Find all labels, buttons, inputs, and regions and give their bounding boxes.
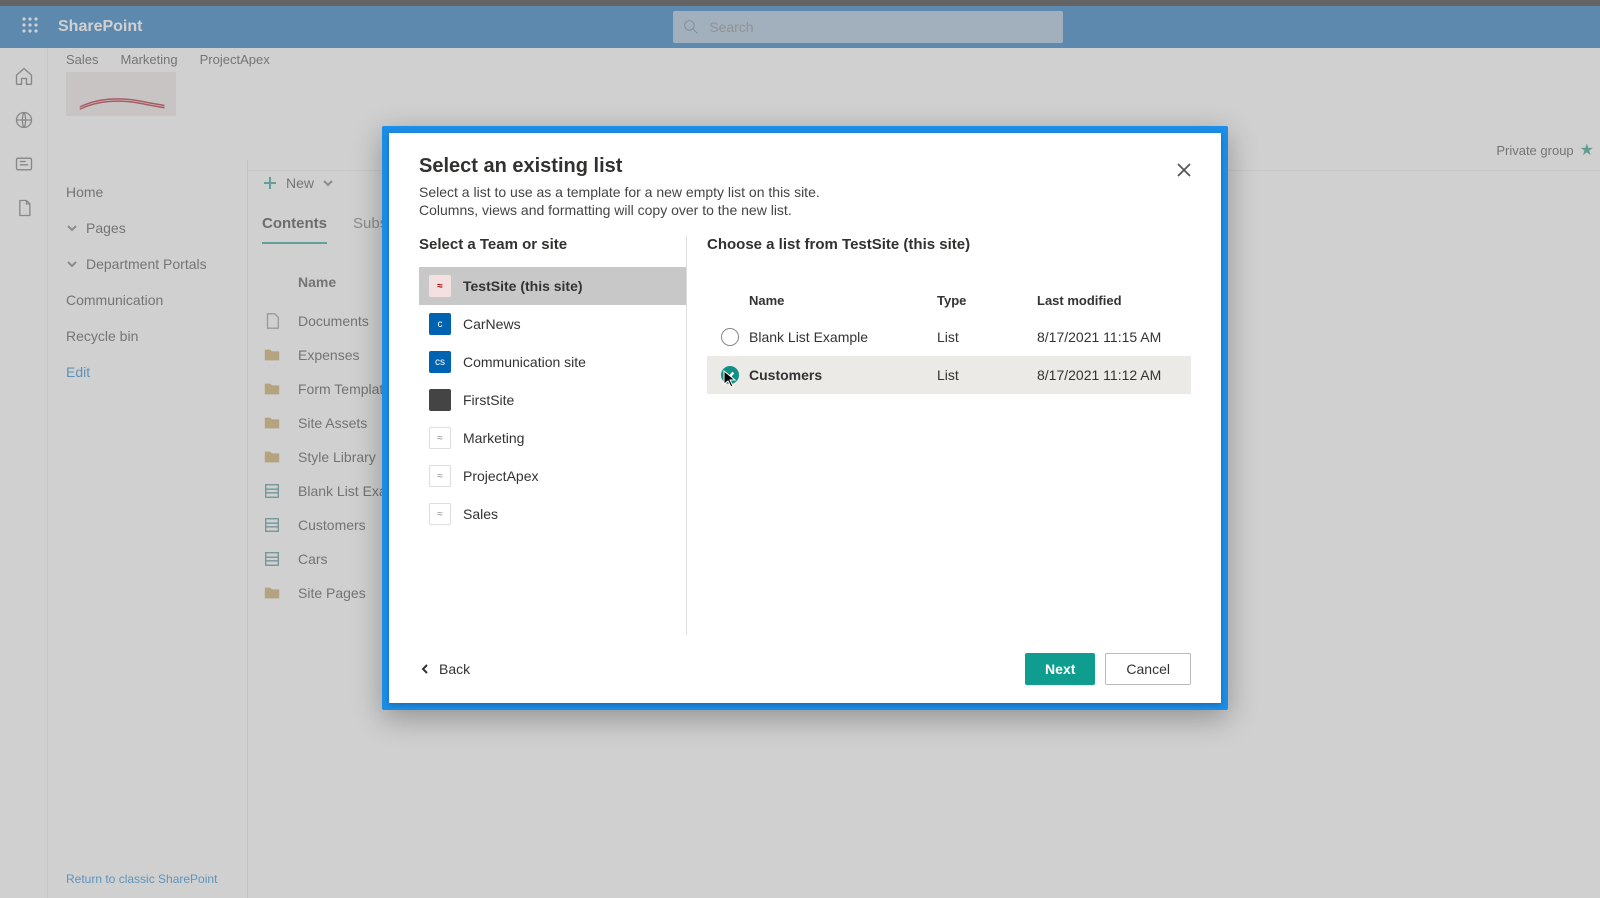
team-site-heading: Select a Team or site xyxy=(419,236,686,253)
site-swatch-icon: ≈ xyxy=(429,427,451,449)
list-option-blank-list[interactable]: Blank List Example List 8/17/2021 11:15 … xyxy=(707,318,1191,356)
site-swatch-icon: ≈ xyxy=(429,465,451,487)
modal-header: Select an existing list Select a list to… xyxy=(389,133,1221,236)
close-button[interactable] xyxy=(1170,156,1198,184)
site-label: Communication site xyxy=(463,354,586,370)
site-option-carnews[interactable]: c CarNews xyxy=(419,305,686,343)
list-modified: 8/17/2021 11:15 AM xyxy=(1037,329,1187,345)
list-panel-heading: Choose a list from TestSite (this site) xyxy=(707,236,1191,253)
site-label: CarNews xyxy=(463,316,521,332)
modal-footer: Back Next Cancel xyxy=(389,635,1221,703)
header-type[interactable]: Type xyxy=(937,293,1037,308)
site-option-marketing[interactable]: ≈ Marketing xyxy=(419,419,686,457)
site-option-firstsite[interactable]: FirstSite xyxy=(419,381,686,419)
site-swatch-icon: ≈ xyxy=(429,503,451,525)
modal-title: Select an existing list xyxy=(419,155,1191,178)
close-icon xyxy=(1177,163,1191,177)
site-swatch-icon: ≈ xyxy=(429,275,451,297)
list-name: Blank List Example xyxy=(749,329,937,345)
site-swatch-icon: cs xyxy=(429,351,451,373)
site-option-projectapex[interactable]: ≈ ProjectApex xyxy=(419,457,686,495)
list-headers: Name Type Last modified xyxy=(707,267,1191,318)
list-modified: 8/17/2021 11:12 AM xyxy=(1037,367,1187,383)
list-type: List xyxy=(937,367,1037,383)
site-label: TestSite (this site) xyxy=(463,278,583,294)
header-modified[interactable]: Last modified xyxy=(1037,293,1187,308)
list-panel: Choose a list from TestSite (this site) … xyxy=(687,236,1191,635)
cancel-button[interactable]: Cancel xyxy=(1105,653,1191,685)
team-site-panel: Select a Team or site ≈ TestSite (this s… xyxy=(419,236,687,635)
site-label: FirstSite xyxy=(463,392,514,408)
back-label: Back xyxy=(439,661,470,677)
site-option-sales[interactable]: ≈ Sales xyxy=(419,495,686,533)
existing-list-dialog: Select an existing list Select a list to… xyxy=(389,133,1221,703)
cursor-icon xyxy=(723,370,737,388)
modal-subtitle-2: Columns, views and formatting will copy … xyxy=(419,202,1191,218)
site-swatch-icon xyxy=(429,389,451,411)
list-option-customers[interactable]: Customers List 8/17/2021 11:12 AM xyxy=(707,356,1191,394)
modal-subtitle-1: Select a list to use as a template for a… xyxy=(419,184,1191,200)
list-name: Customers xyxy=(749,367,937,383)
site-label: ProjectApex xyxy=(463,468,538,484)
site-option-communication[interactable]: cs Communication site xyxy=(419,343,686,381)
radio-unchecked-icon[interactable] xyxy=(721,328,739,346)
next-button[interactable]: Next xyxy=(1025,653,1095,685)
back-button[interactable]: Back xyxy=(419,661,470,677)
chevron-left-icon xyxy=(419,663,431,675)
list-type: List xyxy=(937,329,1037,345)
site-label: Marketing xyxy=(463,430,524,446)
modal-highlight-border: Select an existing list Select a list to… xyxy=(382,126,1228,710)
site-swatch-icon: c xyxy=(429,313,451,335)
header-name[interactable]: Name xyxy=(749,293,937,308)
site-label: Sales xyxy=(463,506,498,522)
site-option-testsite[interactable]: ≈ TestSite (this site) xyxy=(419,267,686,305)
